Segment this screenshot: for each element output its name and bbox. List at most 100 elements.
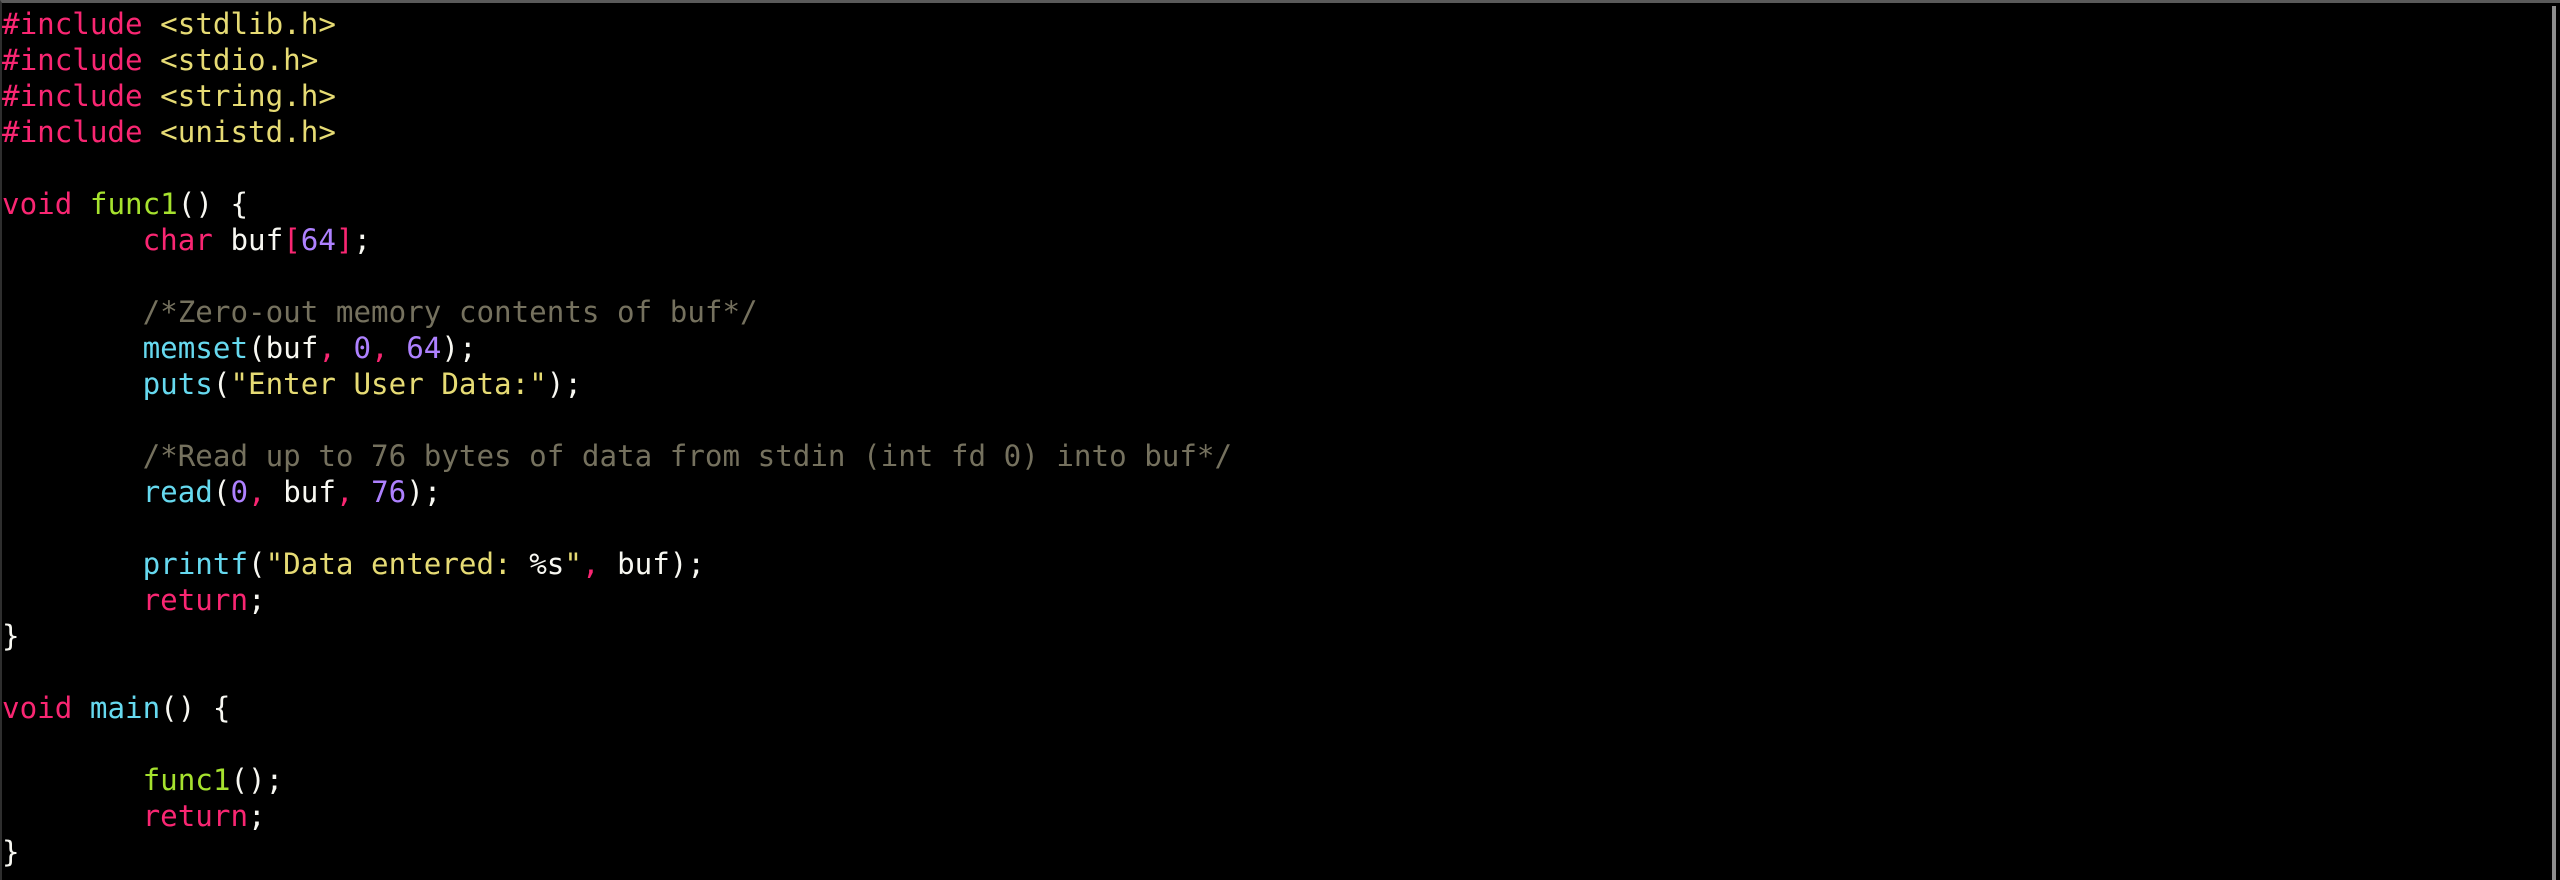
- code-line: void func1() {: [2, 186, 2548, 222]
- code-token-preproc: #include: [2, 115, 143, 149]
- code-token-builtin: memset: [142, 331, 249, 365]
- code-line: /*Read up to 76 bytes of data from stdin…: [2, 438, 2548, 474]
- code-line: }: [2, 834, 2548, 870]
- code-token-preproc: #include: [2, 43, 143, 77]
- scrollbar[interactable]: [2548, 6, 2560, 880]
- code-line: #include <unistd.h>: [2, 114, 2548, 150]
- code-token-default: [2, 439, 143, 473]
- code-line: printf("Data entered: %s", buf);: [2, 546, 2548, 582]
- code-line: ​: [2, 510, 2548, 546]
- code-token-string: "Data entered:: [265, 547, 530, 581]
- code-token-default: [72, 187, 90, 221]
- code-token-default: }: [2, 619, 20, 653]
- code-line: func1();: [2, 762, 2548, 798]
- code-token-preproc: #include: [2, 79, 143, 113]
- code-token-preproc: #include: [2, 7, 143, 41]
- code-token-builtin: main: [89, 691, 161, 725]
- code-line: char buf[64];: [2, 222, 2548, 258]
- code-token-punct: ,: [318, 331, 336, 365]
- code-token-default: () {: [177, 187, 249, 221]
- code-token-default: ;: [353, 223, 372, 257]
- code-token-default: [143, 79, 161, 113]
- terminal-window: #include <stdlib.h> #include <stdio.h> #in…: [0, 0, 2560, 880]
- code-token-default: () {: [160, 691, 231, 725]
- code-line: /*Zero-out memory contents of buf*/: [2, 294, 2548, 330]
- code-token-default: (: [212, 475, 231, 509]
- code-line: ​: [2, 150, 2548, 186]
- code-token-string: <unistd.h>: [160, 115, 336, 149]
- code-token-default: ();: [230, 763, 284, 797]
- code-token-default: );: [441, 331, 477, 365]
- code-token-number: 76: [371, 475, 407, 509]
- code-token-default: [2, 583, 143, 617]
- code-token-string: ": [564, 547, 582, 581]
- code-line: read(0, buf, 76);: [2, 474, 2548, 510]
- code-token-function: func1: [142, 763, 231, 797]
- code-token-comment: /*Zero-out memory contents of buf*/: [142, 295, 758, 329]
- code-token-comment: /*Read up to 76 bytes of data from stdin…: [142, 439, 1233, 473]
- code-line: void main() {: [2, 690, 2548, 726]
- code-token-number: 64: [300, 223, 336, 257]
- code-token-keyword: return: [142, 799, 249, 833]
- code-token-default: [143, 115, 161, 149]
- code-token-type: void: [2, 187, 73, 221]
- code-line: #include <string.h>: [2, 78, 2548, 114]
- code-line: }: [2, 618, 2548, 654]
- code-token-default: (buf: [248, 331, 319, 365]
- code-token-builtin: puts: [142, 367, 213, 401]
- code-line: ​: [2, 726, 2548, 762]
- code-token-function: func1: [89, 187, 178, 221]
- code-line: ​: [2, 654, 2548, 690]
- code-token-keyword: return: [142, 583, 249, 617]
- code-line: ​: [2, 402, 2548, 438]
- code-token-default: );: [546, 367, 582, 401]
- code-token-default: (: [212, 367, 231, 401]
- code-token-number: 0: [230, 475, 249, 509]
- code-token-default: [354, 475, 372, 509]
- code-token-default: [143, 43, 161, 77]
- code-token-default: [72, 691, 90, 725]
- code-token-punct: ]: [335, 223, 354, 257]
- code-token-default: ;: [248, 799, 266, 833]
- code-token-punct: [: [283, 223, 301, 257]
- code-line: memset(buf, 0, 64);: [2, 330, 2548, 366]
- code-token-default: [2, 331, 143, 365]
- code-token-default: ;: [248, 583, 266, 617]
- code-token-type: void: [2, 691, 73, 725]
- code-token-default: [389, 331, 407, 365]
- scrollbar-thumb[interactable]: [2552, 6, 2556, 880]
- code-token-default: [2, 367, 143, 401]
- code-token-string: <string.h>: [160, 79, 336, 113]
- code-token-default: buf);: [599, 547, 705, 581]
- code-token-builtin: read: [142, 475, 213, 509]
- code-line: return;: [2, 798, 2548, 834]
- code-token-default: );: [406, 475, 442, 509]
- code-token-punct: ,: [371, 331, 389, 365]
- code-token-default: (: [248, 547, 266, 581]
- code-line: #include <stdlib.h>: [2, 6, 2548, 42]
- code-line: puts("Enter User Data:");: [2, 366, 2548, 402]
- code-token-default: [2, 295, 143, 329]
- code-token-string: "Enter User Data:": [230, 367, 547, 401]
- code-token-punct: ,: [248, 475, 266, 509]
- code-token-punct: ,: [335, 475, 354, 509]
- code-token-string: <stdlib.h>: [160, 7, 336, 41]
- code-token-number: 0: [353, 331, 372, 365]
- code-editor[interactable]: #include <stdlib.h> #include <stdio.h> #in…: [2, 6, 2548, 880]
- code-line: return;: [2, 582, 2548, 618]
- code-line: #include <stdio.h>: [2, 42, 2548, 78]
- code-token-default: [2, 799, 143, 833]
- code-token-punct: ,: [581, 547, 600, 581]
- code-token-string: <stdio.h>: [160, 43, 319, 77]
- code-token-default: %s: [529, 547, 565, 581]
- code-token-default: buf: [265, 475, 336, 509]
- code-token-number: 64: [406, 331, 442, 365]
- code-token-default: [2, 547, 143, 581]
- code-token-default: [2, 475, 143, 509]
- code-token-default: [143, 7, 161, 41]
- code-token-default: [2, 223, 143, 257]
- code-token-default: [336, 331, 354, 365]
- code-token-default: }: [2, 835, 20, 869]
- code-token-builtin: printf: [142, 547, 249, 581]
- code-token-type: char: [142, 223, 213, 257]
